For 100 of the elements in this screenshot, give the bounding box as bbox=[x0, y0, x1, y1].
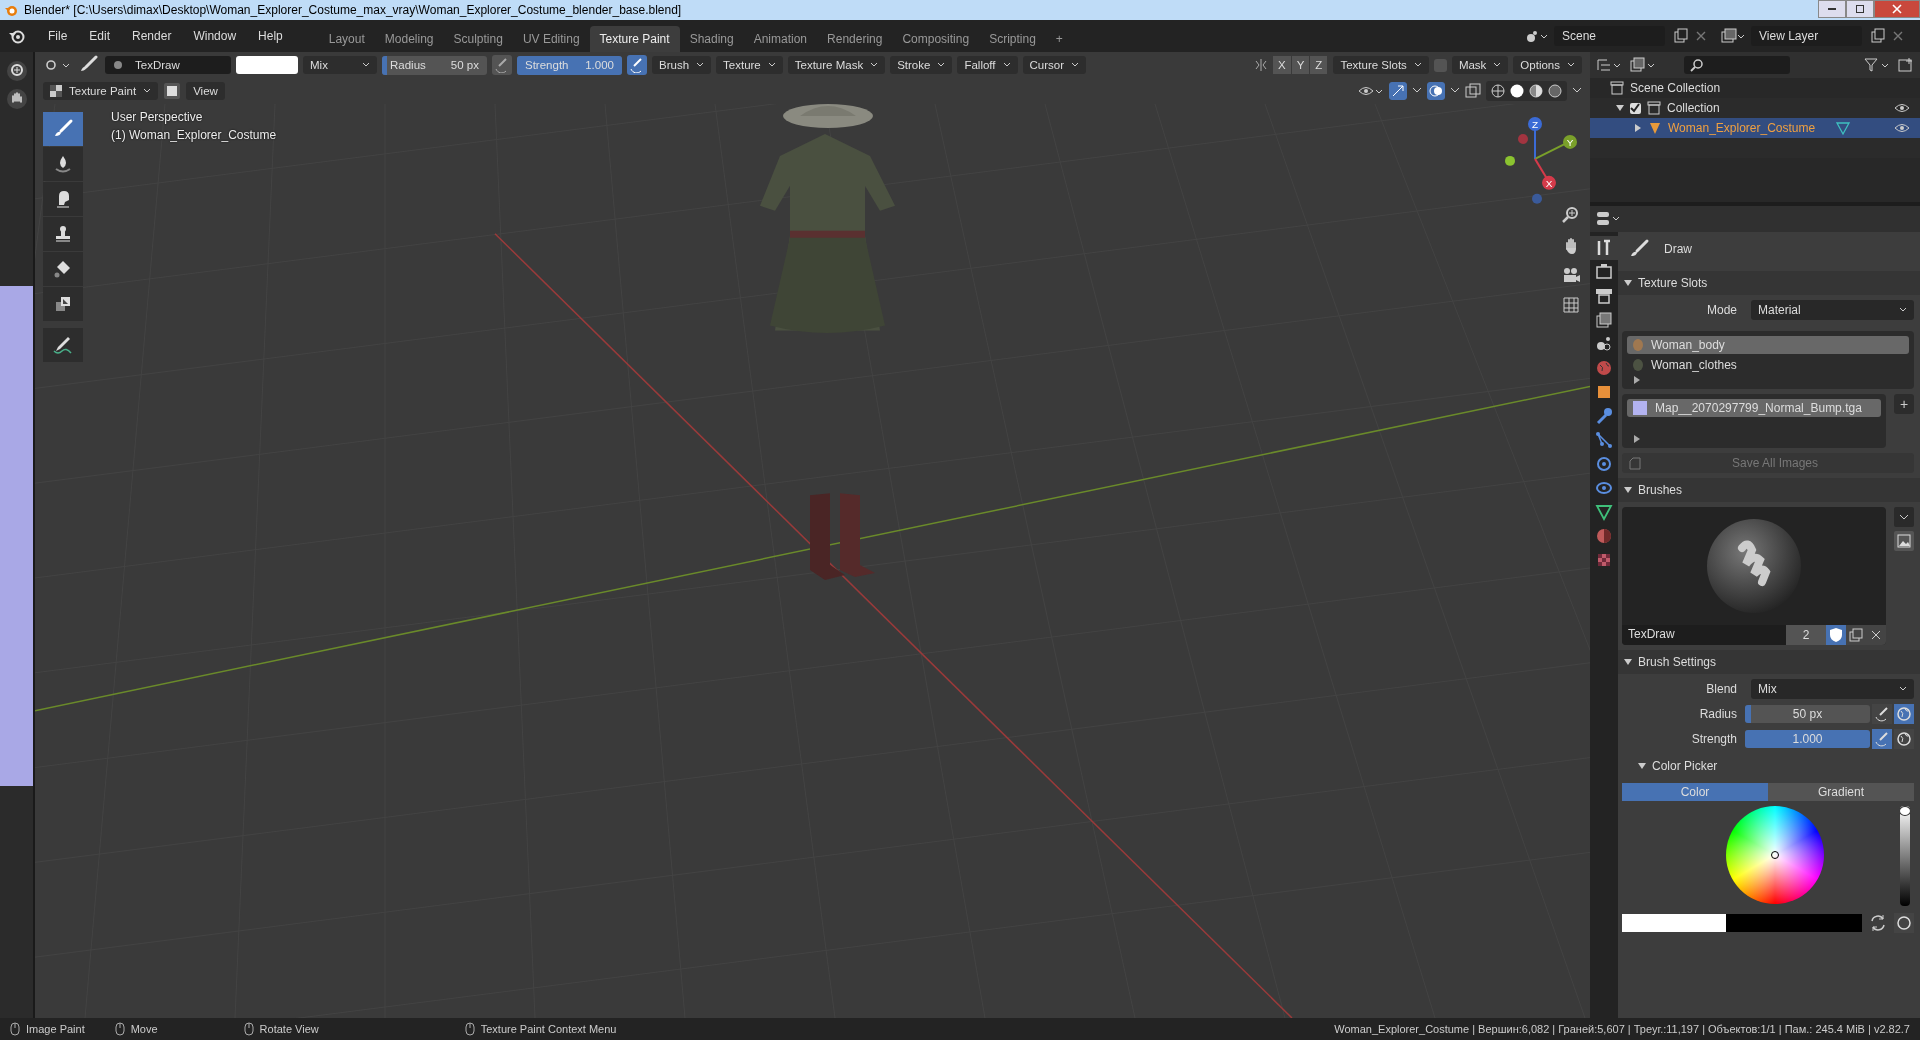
workspace-tab[interactable]: Scripting bbox=[979, 26, 1046, 52]
overlays-icon[interactable] bbox=[1427, 82, 1445, 100]
value-thumb[interactable] bbox=[1899, 806, 1911, 816]
mask-tool[interactable] bbox=[43, 287, 83, 321]
options-menu[interactable]: Options bbox=[1513, 56, 1582, 74]
expand-arrow-icon[interactable] bbox=[1633, 435, 1641, 443]
primary-color-swatch[interactable] bbox=[1622, 914, 1727, 932]
image-icon[interactable] bbox=[1894, 531, 1914, 551]
panel-title[interactable]: Texture Slots bbox=[1638, 276, 1708, 290]
blend-dropdown[interactable]: Mix bbox=[1751, 679, 1914, 699]
view-layer-icon[interactable] bbox=[1721, 28, 1745, 44]
clone-tool[interactable] bbox=[43, 217, 83, 251]
workspace-tab[interactable]: Rendering bbox=[817, 26, 893, 52]
soften-tool[interactable] bbox=[43, 147, 83, 181]
radius-slider[interactable]: 50 px bbox=[1745, 705, 1870, 723]
panel-title[interactable]: Brushes bbox=[1638, 483, 1683, 497]
header-menu[interactable]: Texture bbox=[716, 56, 783, 74]
pressure-icon[interactable] bbox=[627, 55, 647, 75]
mirror-icon[interactable] bbox=[1254, 58, 1268, 72]
eye-icon[interactable] bbox=[1894, 102, 1910, 114]
solid-shading-icon[interactable] bbox=[1509, 83, 1525, 99]
strength-slider[interactable]: Strength 1.000 bbox=[517, 55, 622, 75]
add-workspace-button[interactable]: + bbox=[1045, 26, 1073, 52]
workspace-tab[interactable]: Shading bbox=[679, 26, 744, 52]
material-shading-icon[interactable] bbox=[1528, 83, 1544, 99]
outliner-item[interactable]: Collection bbox=[1667, 101, 1720, 115]
workspace-tab[interactable]: Layout bbox=[318, 26, 375, 52]
close-icon[interactable] bbox=[1695, 30, 1707, 42]
mirror-axis-toggle[interactable]: Z bbox=[1310, 56, 1329, 74]
menu-item[interactable]: Window bbox=[185, 29, 245, 43]
close-icon[interactable] bbox=[1892, 30, 1904, 42]
menu-item[interactable]: Render bbox=[124, 29, 180, 43]
header-menu[interactable]: Texture Mask bbox=[787, 56, 886, 74]
radius-slider[interactable]: Radius 50 px bbox=[382, 55, 487, 75]
collection-checkbox[interactable] bbox=[1630, 102, 1641, 114]
color-mode-tab[interactable]: Gradient bbox=[1768, 783, 1914, 801]
mode-dropdown[interactable]: Texture Paint bbox=[43, 82, 159, 100]
draw-tool[interactable] bbox=[43, 112, 83, 146]
brush-name-field[interactable]: TexDraw bbox=[105, 56, 231, 74]
mask-menu[interactable]: Mask bbox=[1451, 56, 1509, 74]
image-list-item[interactable]: Map__2070297799_Normal_Bump.tga bbox=[1627, 399, 1881, 417]
grid-icon[interactable] bbox=[1560, 294, 1582, 316]
fill-tool[interactable] bbox=[43, 252, 83, 286]
users-count[interactable]: 2 bbox=[1786, 625, 1826, 645]
add-button[interactable]: + bbox=[1894, 394, 1914, 414]
header-menu[interactable]: Stroke bbox=[890, 56, 953, 74]
texture-slots-menu[interactable]: Texture Slots bbox=[1333, 56, 1429, 74]
header-menu[interactable]: Brush bbox=[652, 56, 712, 74]
duplicate-icon[interactable] bbox=[1846, 625, 1866, 645]
workspace-tab[interactable]: Sculpting bbox=[443, 26, 513, 52]
color-mode-tab[interactable]: Color bbox=[1622, 783, 1768, 801]
workspace-tab[interactable]: UV Editing bbox=[512, 26, 590, 52]
color-swatch[interactable] bbox=[236, 56, 298, 74]
xray-icon[interactable] bbox=[1465, 83, 1481, 99]
header-menu[interactable]: Falloff bbox=[957, 56, 1018, 74]
blend-dropdown[interactable]: Mix bbox=[303, 56, 377, 74]
close-icon[interactable] bbox=[1866, 625, 1886, 645]
mask-checkbox[interactable] bbox=[1433, 58, 1447, 72]
pressure-icon[interactable] bbox=[1872, 729, 1892, 749]
material-list-item[interactable]: Woman_body bbox=[1627, 336, 1909, 354]
menu-item[interactable]: File bbox=[40, 29, 76, 43]
expand-arrow-icon[interactable] bbox=[1633, 376, 1641, 384]
view-menu[interactable]: View bbox=[186, 82, 225, 100]
caret-icon[interactable] bbox=[1572, 87, 1582, 95]
workspace-tab[interactable]: Modeling bbox=[374, 26, 444, 52]
new-view-layer-icon[interactable] bbox=[1870, 28, 1886, 44]
smear-tool[interactable] bbox=[43, 182, 83, 216]
hand-icon[interactable] bbox=[5, 88, 28, 110]
face-mask-icon[interactable] bbox=[163, 82, 182, 100]
eye-icon[interactable] bbox=[1894, 122, 1910, 134]
menu-item[interactable]: Edit bbox=[81, 29, 119, 43]
gizmo-toggle-icon[interactable] bbox=[1389, 82, 1407, 100]
strength-slider[interactable]: 1.000 bbox=[1745, 730, 1870, 748]
globe-icon[interactable] bbox=[1894, 704, 1914, 724]
annotate-tool[interactable] bbox=[43, 328, 83, 362]
expand-arrow-icon[interactable] bbox=[1634, 124, 1642, 132]
caret-icon[interactable] bbox=[1450, 87, 1460, 95]
globe-icon[interactable] bbox=[1894, 729, 1914, 749]
disclosure-triangle-icon[interactable] bbox=[1624, 486, 1632, 494]
new-scene-icon[interactable] bbox=[1673, 28, 1689, 44]
value-slider[interactable] bbox=[1900, 806, 1910, 906]
disclosure-triangle-icon[interactable] bbox=[1624, 279, 1632, 287]
panel-title[interactable]: Brush Settings bbox=[1638, 655, 1717, 669]
fake-user-icon[interactable] bbox=[1826, 625, 1846, 645]
caret-icon[interactable] bbox=[1412, 87, 1422, 95]
mirror-axis-toggle[interactable]: X bbox=[1273, 56, 1292, 74]
wireframe-shading-icon[interactable] bbox=[1490, 83, 1506, 99]
panel-title[interactable]: Color Picker bbox=[1652, 759, 1718, 773]
rendered-shading-icon[interactable] bbox=[1547, 83, 1563, 99]
minimize-button[interactable] bbox=[1818, 0, 1846, 18]
material-list-item[interactable]: Woman_clothes bbox=[1627, 356, 1909, 374]
mode-dropdown[interactable]: Material bbox=[1751, 300, 1914, 320]
workspace-tab[interactable]: Texture Paint bbox=[589, 26, 680, 52]
workspace-tab[interactable]: Compositing bbox=[892, 26, 980, 52]
outliner-row[interactable]: Woman_Explorer_Costume bbox=[1590, 118, 1920, 138]
logo-icon[interactable] bbox=[8, 28, 26, 44]
header-menu[interactable]: Cursor bbox=[1022, 56, 1087, 74]
disclosure-triangle-icon[interactable] bbox=[1616, 104, 1624, 112]
outliner-item[interactable]: Scene Collection bbox=[1630, 81, 1721, 95]
disclosure-triangle-icon[interactable] bbox=[1638, 762, 1646, 770]
